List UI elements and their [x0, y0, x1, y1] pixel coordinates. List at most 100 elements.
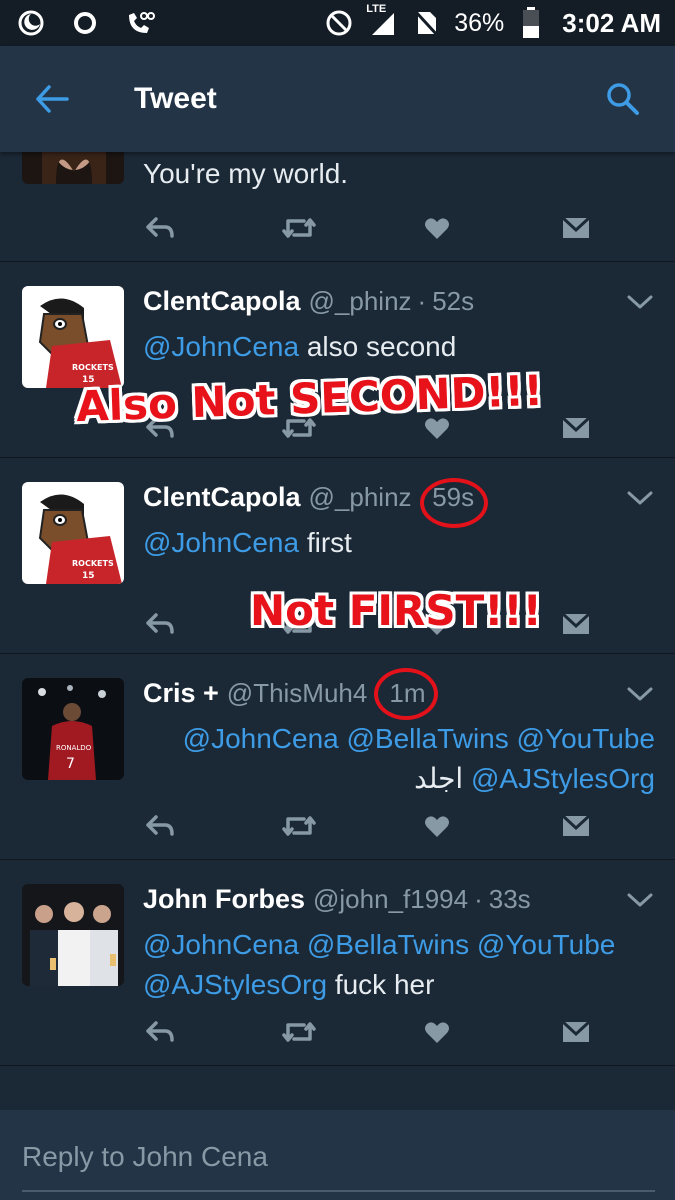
tweet-text: @JohnCena @BellaTwins @YouTube اجلد @AJS…	[143, 719, 655, 799]
retweet-button[interactable]	[281, 211, 316, 245]
dm-button[interactable]	[559, 411, 593, 445]
envelope-icon	[561, 416, 590, 438]
tweet-text: You're my world.	[143, 158, 349, 189]
tweet-actions	[143, 1012, 593, 1052]
dm-button[interactable]	[559, 1015, 593, 1049]
tweet-body: John Forbes @john_f1994 · 33s @JohnCena …	[143, 884, 655, 1005]
display-name[interactable]: ClentCapola	[143, 482, 301, 513]
tweet-body: ClentCapola @_phinz · 52s @JohnCena also…	[143, 286, 655, 367]
tweet-text: @JohnCena also second	[143, 327, 655, 367]
tweet[interactable]: ROCKETS 15 ClentCapola @_phinz · 52s @Joh…	[0, 262, 675, 458]
mention-links[interactable]: @JohnCena @BellaTwins @YouTube	[143, 719, 655, 759]
do-not-disturb-icon	[322, 6, 356, 40]
tweet[interactable]: John Forbes @john_f1994 · 33s @JohnCena …	[0, 860, 675, 1066]
status-bar: LTE 36% 3:02 AM	[0, 0, 675, 46]
tweet-text-line2: @AJStylesOrg fuck her	[143, 965, 655, 1005]
no-sim-icon	[410, 6, 444, 40]
heart-icon	[425, 218, 450, 239]
reply-icon	[146, 815, 174, 836]
user-handle[interactable]: @_phinz	[309, 482, 412, 513]
page-title: Tweet	[134, 82, 217, 115]
avatar[interactable]: ROCKETS 15	[22, 286, 124, 388]
timestamp: 33s	[488, 884, 531, 914]
tweet-text-content: fuck her	[334, 969, 435, 1000]
reply-bar	[0, 1110, 675, 1200]
back-arrow-icon	[36, 85, 69, 113]
jersey-text: ROCKETS	[72, 559, 114, 568]
timestamp: 52s	[432, 286, 475, 316]
lte-label: LTE	[366, 3, 387, 15]
retweet-icon	[281, 1022, 316, 1042]
tweet[interactable]: RONALDO 7 Cris + @ThisMuh4 1m @JohnCena @…	[0, 654, 675, 860]
jersey-number: 7	[66, 756, 75, 772]
mention-links[interactable]: @JohnCena @BellaTwins @YouTube	[143, 925, 655, 965]
display-name[interactable]: ClentCapola	[143, 286, 301, 317]
heart-icon	[425, 816, 450, 837]
tweet-header: John Forbes @john_f1994 · 33s	[143, 884, 655, 915]
jersey-text: RONALDO	[56, 744, 92, 752]
separator-dot: ·	[474, 884, 483, 914]
chevron-down-icon[interactable]	[625, 292, 655, 312]
tweet-text-content: also second	[306, 331, 457, 362]
avatar[interactable]: ROCKETS 15	[22, 482, 124, 584]
mention-link[interactable]: @AJStylesOrg	[471, 763, 655, 794]
user-handle[interactable]: @_phinz	[309, 286, 412, 317]
display-name[interactable]: Cris +	[143, 678, 219, 709]
avatar[interactable]: RONALDO 7	[22, 678, 124, 780]
tweet-header: ClentCapola @_phinz · 59s	[143, 482, 655, 513]
search-button[interactable]	[593, 69, 653, 129]
dm-button[interactable]	[559, 211, 593, 245]
retweet-button[interactable]	[281, 1015, 316, 1049]
reply-icon	[146, 613, 174, 634]
tweet[interactable]: ROCKETS 15 ClentCapola @_phinz · 59s @Joh…	[0, 458, 675, 654]
jersey-text: ROCKETS	[72, 363, 114, 372]
tweet-actions	[143, 806, 593, 846]
user-handle[interactable]: @john_f1994	[313, 884, 468, 915]
tweet-text-content: اجلد	[414, 763, 464, 794]
tweet-header: ClentCapola @_phinz · 52s	[143, 286, 655, 317]
tweet-text: @JohnCena @BellaTwins @YouTube @AJStyles…	[143, 925, 655, 1005]
user-handle[interactable]: @ThisMuh4	[227, 678, 368, 709]
like-button[interactable]	[420, 211, 454, 245]
dm-button[interactable]	[559, 607, 593, 641]
like-button[interactable]	[420, 1015, 454, 1049]
heart-icon	[425, 418, 450, 439]
like-button[interactable]	[420, 809, 454, 843]
retweet-button[interactable]	[281, 809, 316, 843]
moon-icon	[14, 6, 48, 40]
tweet-text-line2: اجلد @AJStylesOrg	[143, 759, 655, 799]
mention-link[interactable]: @AJStylesOrg	[143, 969, 327, 1000]
reply-button[interactable]	[143, 211, 177, 245]
mention-link[interactable]: @JohnCena	[143, 527, 299, 558]
lte-signal-icon: LTE	[366, 3, 400, 40]
retweet-icon	[281, 218, 316, 238]
clock: 3:02 AM	[562, 7, 661, 38]
reply-button[interactable]	[143, 809, 177, 843]
reply-icon	[146, 217, 174, 238]
tweet-body: ClentCapola @_phinz · 59s @JohnCena firs…	[143, 482, 655, 563]
tweet-feed: You're my world. ROCKETS 15 ClentCapola @…	[0, 82, 675, 1066]
search-icon	[607, 83, 639, 115]
envelope-icon	[561, 1020, 590, 1042]
tweet-partial[interactable]: You're my world.	[0, 82, 675, 262]
envelope-icon	[561, 814, 590, 836]
battery-percent: 36%	[454, 8, 505, 37]
envelope-icon	[561, 216, 590, 238]
mention-link[interactable]: @JohnCena	[143, 331, 299, 362]
chevron-down-icon[interactable]	[625, 890, 655, 910]
voicemail-phone-icon	[122, 6, 156, 40]
reply-input[interactable]	[22, 1110, 655, 1192]
highlight-circle	[374, 668, 438, 720]
chevron-down-icon[interactable]	[625, 684, 655, 704]
reply-button[interactable]	[143, 1015, 177, 1049]
retweet-icon	[281, 816, 316, 836]
circle-icon	[68, 6, 102, 40]
dm-button[interactable]	[559, 809, 593, 843]
avatar[interactable]	[22, 884, 124, 986]
chevron-down-icon[interactable]	[625, 488, 655, 508]
reply-button[interactable]	[143, 607, 177, 641]
tweet-text: @JohnCena first	[143, 523, 655, 563]
back-button[interactable]	[22, 69, 82, 129]
display-name[interactable]: John Forbes	[143, 884, 305, 915]
reply-icon	[146, 1021, 174, 1042]
